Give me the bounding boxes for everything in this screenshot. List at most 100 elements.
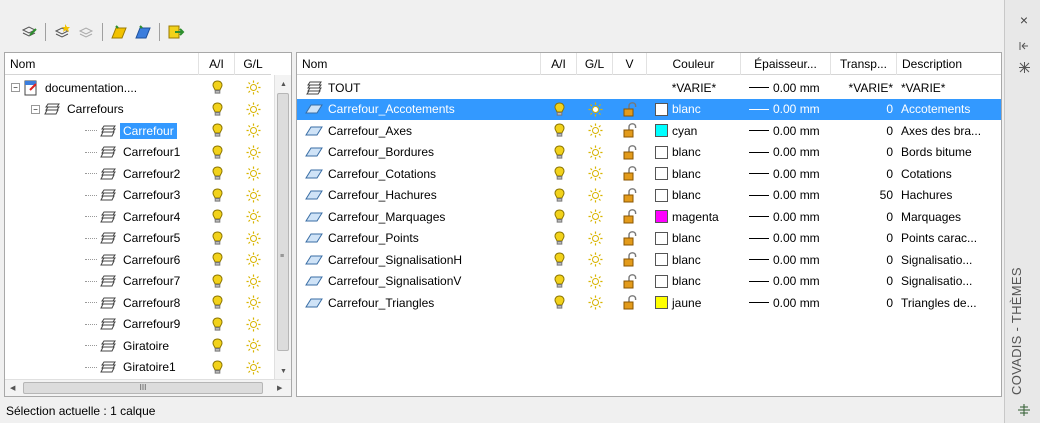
layer-row[interactable]: Carrefour_Triangles jaune 0.00 mm 0 Triangle… bbox=[297, 292, 1001, 314]
layer-transparency-cell[interactable]: 0 bbox=[831, 120, 897, 141]
layer-thickness-cell[interactable]: 0.00 mm bbox=[741, 77, 831, 98]
layer-transparency-cell[interactable]: 0 bbox=[831, 99, 897, 120]
layer-thickness-cell[interactable]: 0.00 mm bbox=[741, 292, 831, 313]
layer-thickness-cell[interactable]: 0.00 mm bbox=[741, 206, 831, 227]
layers-header-transparency[interactable]: Transp... bbox=[831, 53, 897, 75]
scroll-left-icon[interactable]: ◀ bbox=[10, 384, 15, 392]
layers-header-name[interactable]: Nom bbox=[297, 53, 541, 75]
lock-icon[interactable] bbox=[613, 120, 647, 141]
layer-transparency-cell[interactable]: 0 bbox=[831, 163, 897, 184]
layer-color-cell[interactable]: magenta bbox=[647, 206, 741, 227]
lock-icon[interactable] bbox=[613, 249, 647, 270]
lock-icon[interactable] bbox=[613, 292, 647, 313]
layer-description-cell[interactable]: Bords bitume bbox=[897, 142, 1001, 163]
tree-row[interactable]: Carrefour4 bbox=[5, 206, 275, 228]
layer-name-cell[interactable]: Carrefour_SignalisationV bbox=[297, 271, 541, 292]
freeze-sun-icon[interactable] bbox=[577, 185, 613, 206]
layer-transparency-cell[interactable]: 50 bbox=[831, 185, 897, 206]
lock-icon[interactable] bbox=[613, 271, 647, 292]
layer-description-cell[interactable]: Signalisatio... bbox=[897, 271, 1001, 292]
layer-color-cell[interactable]: blanc bbox=[647, 228, 741, 249]
layer-transparency-cell[interactable]: 0 bbox=[831, 249, 897, 270]
close-icon[interactable]: × bbox=[1017, 12, 1031, 28]
layer-description-cell[interactable]: Points carac... bbox=[897, 228, 1001, 249]
tree-name-cell[interactable]: Carrefour8 bbox=[5, 292, 199, 313]
layer-description-cell[interactable]: Hachures bbox=[897, 185, 1001, 206]
tree-header-gl[interactable]: G/L bbox=[235, 53, 271, 75]
layer-name-cell[interactable]: Carrefour_Marquages bbox=[297, 206, 541, 227]
tree-name-cell[interactable]: Carrefour3 bbox=[5, 185, 199, 206]
layer-row[interactable]: Carrefour_Bordures blanc 0.00 mm 0 Bords bit… bbox=[297, 142, 1001, 164]
tree-row[interactable]: Carrefour1 bbox=[5, 142, 275, 164]
tree-row[interactable]: − Carrefours bbox=[5, 99, 275, 121]
tree-horizontal-scrollbar[interactable]: ◀ III ▶ bbox=[5, 379, 291, 396]
freeze-sun-icon[interactable] bbox=[235, 249, 271, 270]
layer-row[interactable]: Carrefour_Hachures blanc 0.00 mm 50 Hachures bbox=[297, 185, 1001, 207]
layer-row[interactable]: Carrefour_Accotements blanc 0.00 mm 0 Accote… bbox=[297, 98, 1001, 120]
lock-icon[interactable] bbox=[613, 163, 647, 184]
tree-row[interactable]: Carrefour9 bbox=[5, 314, 275, 336]
layers-header-v[interactable]: V bbox=[613, 53, 647, 75]
tree-header-name[interactable]: Nom bbox=[5, 53, 199, 75]
layer-thickness-cell[interactable]: 0.00 mm bbox=[741, 163, 831, 184]
on-off-bulb-icon[interactable] bbox=[199, 99, 235, 120]
on-off-bulb-icon[interactable] bbox=[541, 228, 577, 249]
layer-description-cell[interactable]: Triangles de... bbox=[897, 292, 1001, 313]
layer-transparency-cell[interactable]: 0 bbox=[831, 206, 897, 227]
tree-name-cell[interactable]: Carrefour6 bbox=[5, 249, 199, 270]
layer-color-cell[interactable]: blanc bbox=[647, 185, 741, 206]
layer-description-cell[interactable]: Signalisatio... bbox=[897, 249, 1001, 270]
layer-name-cell[interactable]: Carrefour_SignalisationH bbox=[297, 249, 541, 270]
lock-icon[interactable] bbox=[613, 228, 647, 249]
layer-row[interactable]: Carrefour_SignalisationV blanc 0.00 mm 0 Sig… bbox=[297, 271, 1001, 293]
freeze-sun-icon[interactable] bbox=[235, 163, 271, 184]
new-filter-icon[interactable] bbox=[132, 21, 154, 43]
on-off-bulb-icon[interactable] bbox=[199, 292, 235, 313]
layer-description-cell[interactable]: Accotements bbox=[897, 99, 1001, 120]
scroll-right-icon[interactable]: ▶ bbox=[277, 384, 282, 392]
layer-color-cell[interactable]: cyan bbox=[647, 120, 741, 141]
on-off-bulb-icon[interactable] bbox=[199, 206, 235, 227]
on-off-bulb-icon[interactable] bbox=[199, 77, 235, 98]
tree-name-cell[interactable]: − documentation.... bbox=[5, 77, 199, 98]
layer-description-cell[interactable]: Axes des bra... bbox=[897, 120, 1001, 141]
layer-thickness-cell[interactable]: 0.00 mm bbox=[741, 185, 831, 206]
freeze-sun-icon[interactable] bbox=[235, 335, 271, 356]
lock-icon[interactable] bbox=[613, 99, 647, 120]
layers-header-ai[interactable]: A/I bbox=[541, 53, 577, 75]
collapse-toggle-icon[interactable]: − bbox=[31, 104, 40, 114]
tree-vertical-scroll-thumb[interactable] bbox=[277, 93, 289, 351]
layer-transparency-cell[interactable]: 0 bbox=[831, 228, 897, 249]
layer-color-cell[interactable]: blanc bbox=[647, 249, 741, 270]
layer-description-cell[interactable]: Cotations bbox=[897, 163, 1001, 184]
scroll-up-icon[interactable]: ▲ bbox=[280, 81, 287, 88]
tree-name-cell[interactable]: Carrefour2 bbox=[5, 163, 199, 184]
delete-layer-icon[interactable] bbox=[75, 21, 97, 43]
layer-color-cell[interactable]: blanc bbox=[647, 142, 741, 163]
tree-row[interactable]: Carrefour bbox=[5, 120, 275, 142]
freeze-sun-icon[interactable] bbox=[577, 292, 613, 313]
tree-row[interactable]: Carrefour8 bbox=[5, 292, 275, 314]
layers-header-thickness[interactable]: Épaisseur... bbox=[741, 53, 831, 75]
tree-row[interactable]: Carrefour3 bbox=[5, 185, 275, 207]
tree-row[interactable]: Carrefour2 bbox=[5, 163, 275, 185]
layer-thickness-cell[interactable]: 0.00 mm bbox=[741, 249, 831, 270]
on-off-bulb-icon[interactable] bbox=[541, 142, 577, 163]
palette-grip-icon[interactable] bbox=[1017, 404, 1031, 419]
tree-name-cell[interactable]: Carrefour7 bbox=[5, 271, 199, 292]
freeze-sun-icon[interactable] bbox=[235, 292, 271, 313]
pin-icon[interactable] bbox=[1017, 40, 1031, 54]
layer-transparency-cell[interactable]: *VARIE* bbox=[831, 77, 897, 98]
layer-row[interactable]: Carrefour_Cotations blanc 0.00 mm 0 Cotation… bbox=[297, 163, 1001, 185]
properties-icon[interactable] bbox=[1017, 62, 1031, 76]
tree-name-cell[interactable]: Giratoire bbox=[5, 335, 199, 356]
lock-icon[interactable] bbox=[613, 185, 647, 206]
freeze-sun-icon[interactable] bbox=[577, 163, 613, 184]
on-off-bulb-icon[interactable] bbox=[541, 163, 577, 184]
layer-transparency-cell[interactable]: 0 bbox=[831, 142, 897, 163]
tree-row[interactable]: − documentation.... bbox=[5, 77, 275, 99]
layer-name-cell[interactable]: Carrefour_Axes bbox=[297, 120, 541, 141]
freeze-sun-icon[interactable] bbox=[577, 99, 613, 120]
on-off-bulb-icon[interactable] bbox=[199, 271, 235, 292]
on-off-bulb-icon[interactable] bbox=[199, 335, 235, 356]
